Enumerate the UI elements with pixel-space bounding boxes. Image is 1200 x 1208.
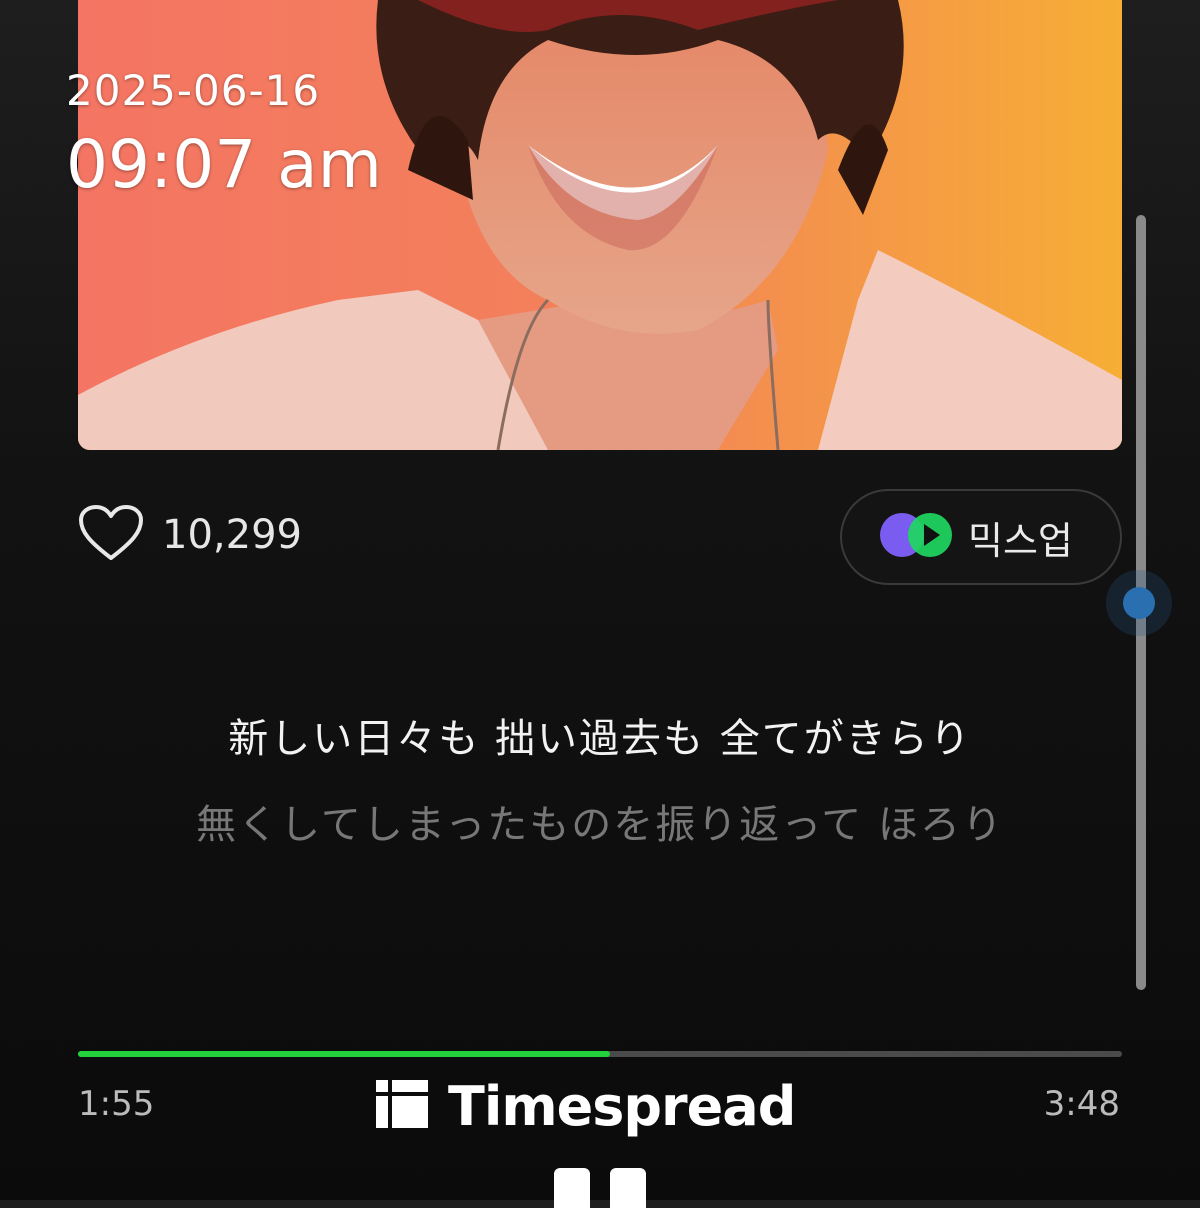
- like-count: 10,299: [162, 512, 302, 558]
- heart-icon: [78, 504, 144, 566]
- progress-bar[interactable]: [78, 1051, 1122, 1057]
- timespread-logo-icon: [376, 1080, 428, 1132]
- pause-button[interactable]: [550, 1168, 650, 1208]
- mixup-label: 믹스업: [968, 518, 1073, 563]
- timestamp-time: 09:07 am: [66, 126, 382, 203]
- like-row: 10,299: [78, 505, 302, 565]
- progress-bar-fill: [78, 1051, 611, 1057]
- lyric-line-current[interactable]: 新しい日々も 拙い過去も 全てがきらり: [0, 706, 1200, 764]
- mixup-button[interactable]: 믹스업: [840, 489, 1122, 585]
- timespread-watermark: Timespread: [376, 1074, 796, 1138]
- watermark-text: Timespread: [448, 1074, 796, 1138]
- total-time: 3:48: [1043, 1084, 1120, 1124]
- elapsed-time: 1:55: [78, 1084, 155, 1124]
- mixup-icon: [878, 511, 954, 563]
- scrollbar-thumb[interactable]: [1123, 587, 1155, 619]
- timestamp-date: 2025-06-16: [66, 66, 321, 115]
- like-button[interactable]: [78, 505, 144, 565]
- lyric-line-next[interactable]: 無くしてしまったものを振り返って ほろり: [0, 792, 1200, 850]
